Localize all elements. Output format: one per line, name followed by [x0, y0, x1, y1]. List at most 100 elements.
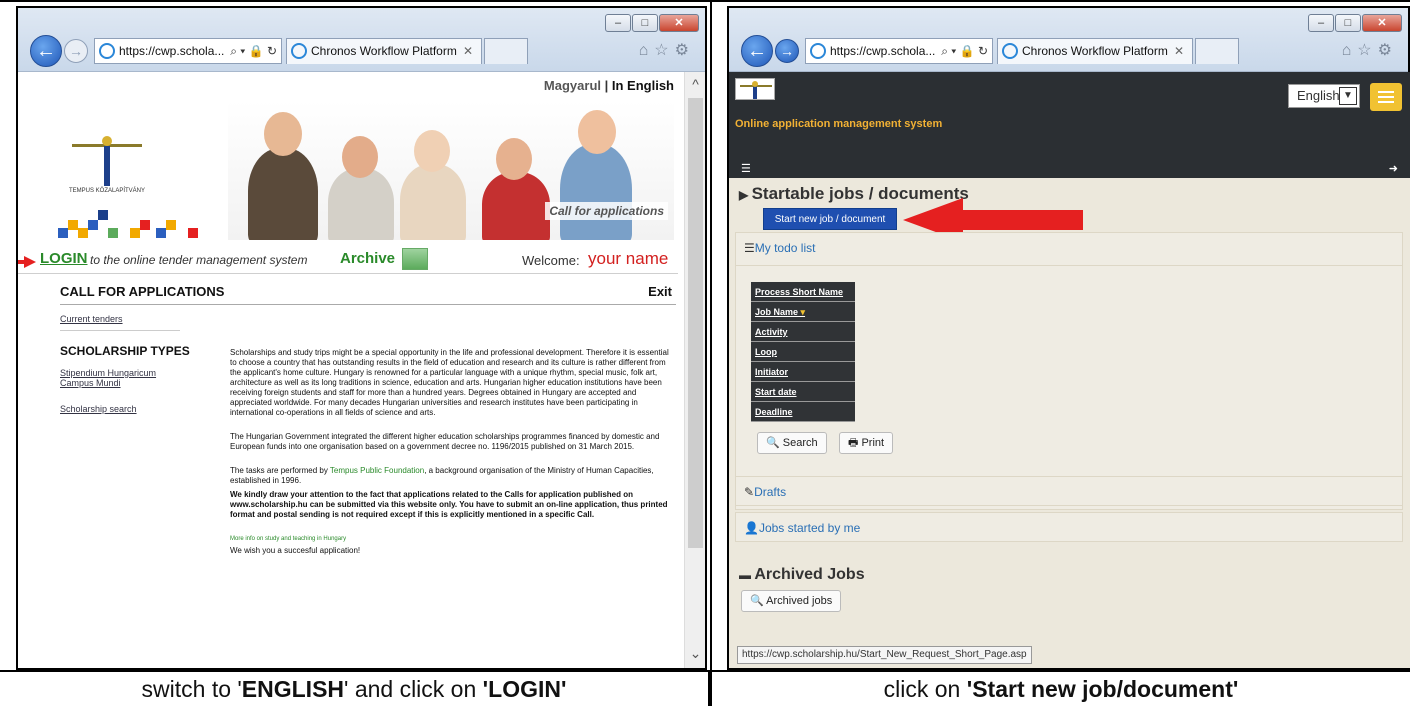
start-new-job-button[interactable]: Start new job / document [763, 208, 897, 230]
minimize-button[interactable]: – [605, 14, 631, 32]
lang-hungarian-link[interactable]: Magyarul [544, 78, 601, 93]
ie-icon [810, 43, 826, 59]
scroll-up-icon[interactable]: ^ [688, 76, 703, 92]
forward-button[interactable]: → [775, 39, 799, 63]
column-header[interactable]: Initiator [751, 362, 855, 382]
address-tools-icon[interactable]: ⌕ ▾ 🔒 ↻ [230, 39, 277, 63]
language-switch: Magyarul | In English [544, 78, 674, 93]
drafts-title[interactable]: ✎Drafts [744, 485, 786, 499]
scroll-down-icon[interactable]: ⌄ [688, 645, 703, 662]
tempus-link[interactable]: Tempus Public Foundation [330, 466, 424, 475]
vertical-scrollbar[interactable]: ^ ⌄ [684, 72, 705, 668]
tempus-paragraph: The tasks are performed by Tempus Public… [230, 466, 676, 486]
left-caption: switch to 'ENGLISH' and click on 'LOGIN' [0, 672, 710, 706]
pixel-decoration [58, 210, 198, 240]
column-header[interactable]: Loop [751, 342, 855, 362]
logout-icon[interactable]: ➜ [1389, 162, 1398, 175]
column-header[interactable]: Process Short Name [751, 282, 855, 302]
archive-icon[interactable] [402, 248, 428, 270]
tab-close-icon[interactable]: ✕ [463, 39, 473, 64]
banner-caption: Call for applications [545, 202, 668, 220]
campus-mundi-link[interactable]: Campus Mundi [60, 378, 121, 388]
tab-close-icon[interactable]: ✕ [1174, 39, 1184, 64]
maximize-button[interactable]: □ [632, 14, 658, 32]
right-screenshot: – □ ✕ ← → https://cwp.schola... ⌕ ▾ 🔒 ↻ … [727, 6, 1410, 670]
minimize-button[interactable]: – [1308, 14, 1334, 32]
caption-bold: 'LOGIN' [482, 676, 567, 702]
more-info-link[interactable]: More info on study and teaching in Hunga… [230, 534, 676, 544]
forward-button[interactable]: → [64, 39, 88, 63]
new-tab-button[interactable] [1195, 38, 1239, 64]
current-tenders-link[interactable]: Current tenders [60, 314, 123, 324]
print-label: Print [861, 437, 885, 449]
address-bar[interactable]: https://cwp.schola... ⌕ ▾ 🔒 ↻ [805, 38, 993, 64]
archive-link[interactable]: Archive [340, 250, 395, 267]
column-header[interactable]: Job Name ▾ [751, 302, 855, 322]
todo-title[interactable]: ☰My todo list [744, 241, 815, 255]
browser-chrome: – □ ✕ ← → https://cwp.schola... ⌕ ▾ 🔒 ↻ … [18, 8, 705, 72]
archived-jobs-label: Archived jobs [766, 595, 833, 607]
chevron-down-icon: ▼ [1339, 87, 1357, 105]
cwp-header: English ▼ Online application management … [729, 72, 1410, 178]
window-buttons: – □ ✕ [605, 14, 699, 32]
jobs-started-title[interactable]: 👤Jobs started by me [744, 521, 860, 535]
login-link[interactable]: LOGIN [40, 250, 88, 267]
column-header[interactable]: Activity [751, 322, 855, 342]
user-icon: 👤 [744, 521, 759, 535]
browser-tab[interactable]: Chronos Workflow Platform ✕ [286, 38, 482, 64]
todo-label: My todo list [754, 241, 816, 255]
scholarship-search-link[interactable]: Scholarship search [60, 404, 137, 414]
tempus-page: Magyarul | In English TEMPUS KÖZALAPÍTVÁ… [18, 72, 684, 668]
close-button[interactable]: ✕ [659, 14, 699, 32]
archived-jobs-button[interactable]: 🔍 Archived jobs [741, 590, 842, 612]
language-select[interactable]: English ▼ [1288, 84, 1360, 108]
home-star-gear-icons[interactable]: ⌂☆⚙ [1342, 40, 1398, 60]
login-row: LOGIN to the online tender management sy… [18, 248, 678, 274]
tab-title: Chronos Workflow Platform [1022, 44, 1168, 58]
caret-right-icon: ▶ [739, 188, 752, 202]
tempus-logo [735, 78, 775, 100]
edit-icon: ✎ [744, 485, 755, 499]
jobs-started-label: Jobs started by me [758, 521, 861, 535]
new-tab-button[interactable] [484, 38, 528, 64]
back-button[interactable]: ← [741, 35, 773, 67]
exit-link[interactable]: Exit [648, 284, 672, 299]
column-header[interactable]: Deadline [751, 402, 855, 422]
home-star-gear-icons[interactable]: ⌂☆⚙ [639, 40, 695, 60]
address-bar[interactable]: https://cwp.schola... ⌕ ▾ 🔒 ↻ [94, 38, 282, 64]
archived-heading: ▬ Archived Jobs [739, 566, 865, 584]
folder-icon: ▬ [739, 568, 755, 582]
column-header[interactable]: Start date [751, 382, 855, 402]
tempus-text: The tasks are performed by [230, 466, 330, 475]
drafts-panel[interactable]: ✎Drafts [735, 476, 1403, 506]
browser-tab[interactable]: Chronos Workflow Platform ✕ [997, 38, 1193, 64]
back-button[interactable]: ← [30, 35, 62, 67]
sort-caret-icon: ▾ [798, 307, 806, 317]
jobs-started-panel[interactable]: 👤Jobs started by me [735, 512, 1403, 542]
browser-chrome: – □ ✕ ← → https://cwp.schola... ⌕ ▾ 🔒 ↻ … [729, 8, 1408, 72]
government-paragraph: The Hungarian Government integrated the … [230, 432, 660, 451]
close-button[interactable]: ✕ [1362, 14, 1402, 32]
ie-icon [99, 43, 115, 59]
search-button[interactable]: 🔍 Search [757, 432, 827, 454]
divider [60, 304, 676, 305]
maximize-button[interactable]: □ [1335, 14, 1361, 32]
section-title: CALL FOR APPLICATIONS [60, 284, 225, 299]
list-icon[interactable]: ☰ [741, 162, 751, 175]
todo-columns: Process Short Name Job Name ▾ Activity L… [751, 282, 855, 422]
address-text: https://cwp.schola... [119, 44, 225, 58]
scroll-thumb[interactable] [688, 98, 703, 548]
students-banner: Call for applications [228, 100, 674, 240]
welcome-label: Welcome: [522, 253, 580, 268]
stipendium-link[interactable]: Stipendium Hungaricum [60, 368, 156, 378]
print-button[interactable]: 🖶 Print [839, 432, 894, 454]
window-buttons: – □ ✕ [1308, 14, 1402, 32]
red-arrow-icon [18, 256, 36, 268]
lang-english-link[interactable]: In English [612, 78, 674, 93]
tab-title: Chronos Workflow Platform [311, 44, 457, 58]
wish-text: We wish you a succesful application! [230, 546, 361, 555]
notice-paragraph: We kindly draw your attention to the fac… [230, 490, 668, 519]
address-tools-icon[interactable]: ⌕ ▾ 🔒 ↻ [941, 39, 988, 63]
menu-button[interactable] [1370, 83, 1402, 111]
archived-heading-text: Archived Jobs [754, 566, 865, 583]
